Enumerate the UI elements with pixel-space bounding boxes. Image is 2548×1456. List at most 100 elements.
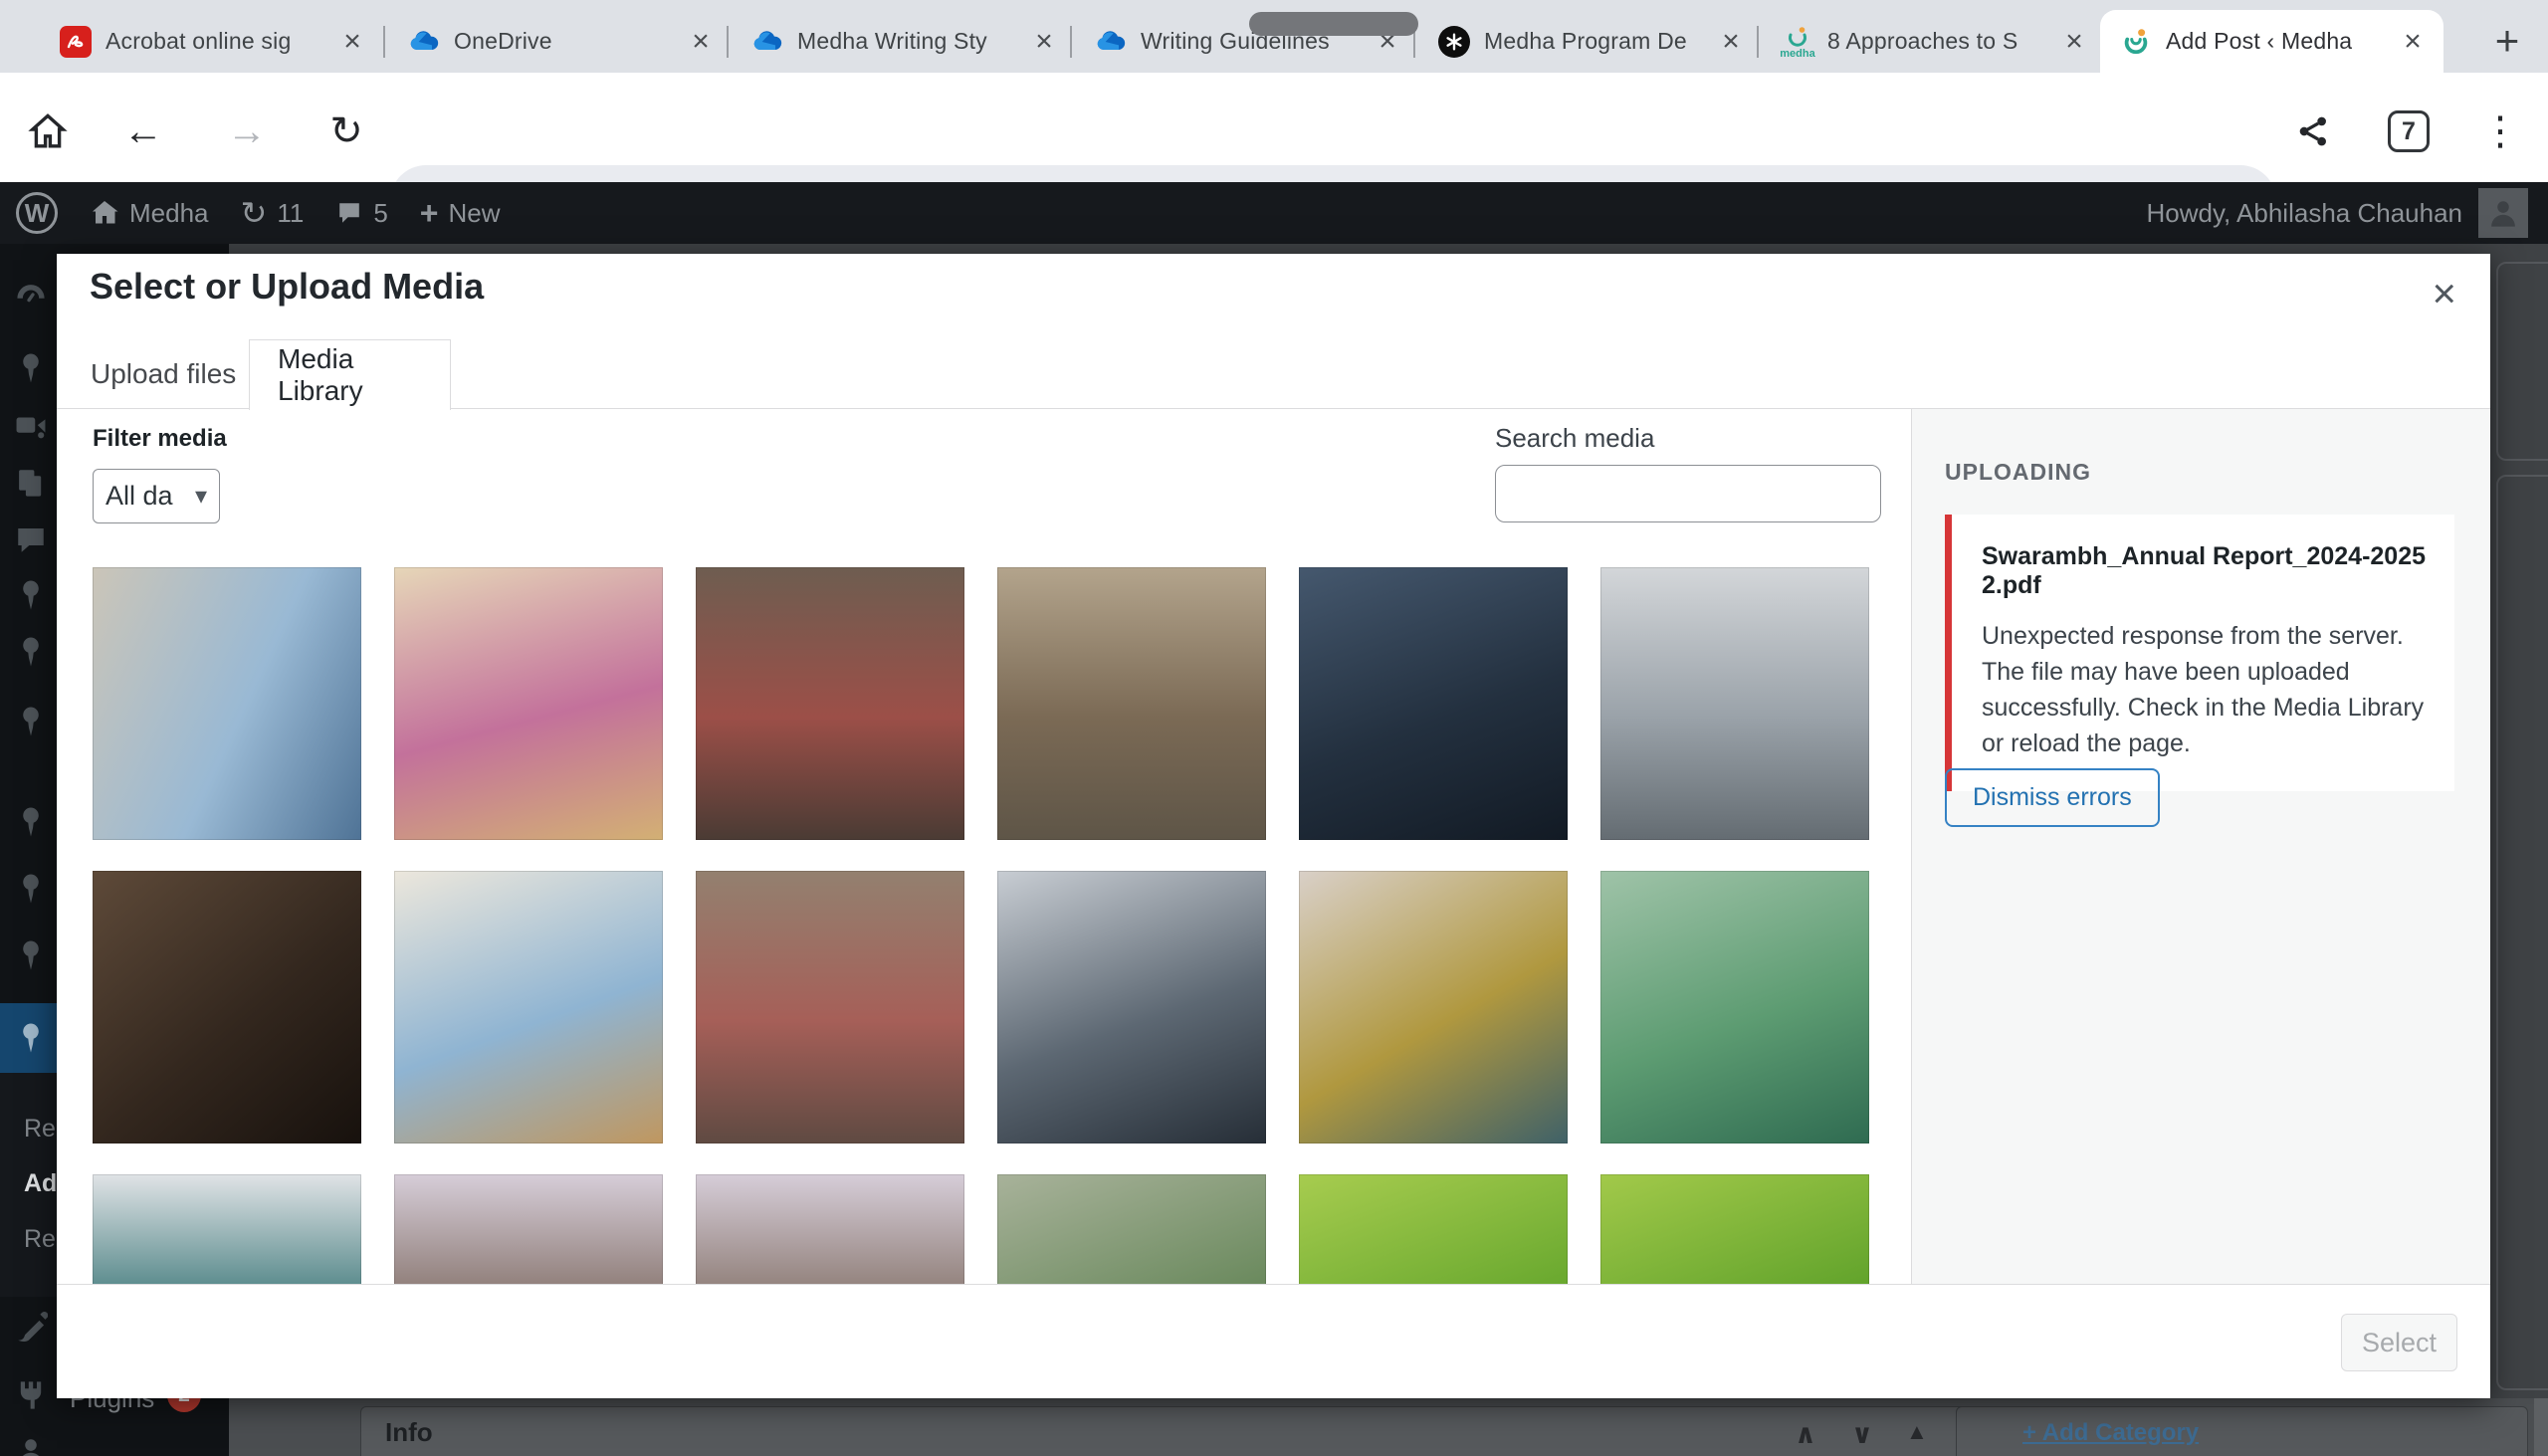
move-up-icon: ∧	[1795, 1419, 1816, 1450]
tab-count-button[interactable]: 7	[2383, 105, 2435, 157]
acrobat-icon	[60, 26, 92, 58]
pin-icon[interactable]	[14, 705, 48, 738]
metabox-edge	[2496, 262, 2548, 461]
comments-menu[interactable]: 5	[319, 182, 403, 244]
tab-separator	[1757, 26, 1759, 58]
dismiss-errors-button[interactable]: Dismiss errors	[1945, 768, 2160, 827]
pin-icon[interactable]	[14, 635, 48, 669]
tab-close-icon[interactable]: ×	[2396, 25, 2430, 59]
pin-icon[interactable]	[14, 578, 48, 612]
howdy-text[interactable]: Howdy, Abhilasha Chauhan	[2146, 198, 2462, 229]
site-menu[interactable]: Medha	[74, 182, 225, 244]
media-thumbnail[interactable]	[394, 1174, 663, 1284]
tab-close-icon[interactable]: ×	[1027, 25, 1061, 59]
tab-title: OneDrive	[454, 28, 684, 55]
filter-media-label: Filter media	[93, 425, 227, 453]
screen: Acrobat online sig × OneDrive × Medha Wr…	[0, 0, 2548, 1456]
site-name: Medha	[129, 198, 209, 229]
uploading-header: UPLOADING	[1945, 459, 2091, 486]
media-thumbnail[interactable]	[1600, 1174, 1869, 1284]
forward-button[interactable]: →	[221, 105, 273, 157]
upload-status-panel: UPLOADING Swarambh_Annual Report_2024-20…	[1911, 409, 2490, 1284]
browser-tab-strip: Acrobat online sig × OneDrive × Medha Wr…	[0, 0, 2548, 73]
tab-close-icon[interactable]: ×	[2057, 25, 2091, 59]
browser-menu-icon[interactable]: ⋮	[2474, 105, 2526, 157]
tab-separator	[383, 26, 385, 58]
media-thumbnail[interactable]	[696, 871, 964, 1144]
browser-tab[interactable]: Medha Program De ×	[1418, 10, 1762, 73]
media-modal: Select or Upload Media × Upload files Me…	[57, 254, 2490, 1398]
media-thumbnail[interactable]	[997, 1174, 1266, 1284]
pin-icon[interactable]	[14, 805, 48, 839]
media-thumbnail[interactable]	[1299, 567, 1568, 840]
onedrive-icon	[751, 26, 783, 58]
tab-upload-files[interactable]: Upload files	[63, 339, 264, 409]
share-icon[interactable]	[2287, 105, 2339, 157]
media-thumbnail[interactable]	[696, 1174, 964, 1284]
new-label: New	[448, 198, 500, 229]
media-icon[interactable]	[14, 409, 48, 443]
tab-title: Add Post ‹ Medha	[2166, 28, 2396, 55]
users-icon[interactable]	[14, 1434, 48, 1456]
onedrive-icon	[1095, 26, 1127, 58]
media-thumbnail[interactable]	[394, 871, 663, 1144]
media-thumbnail[interactable]	[696, 567, 964, 840]
browser-tab[interactable]: OneDrive ×	[388, 10, 732, 73]
reload-button[interactable]: ↻	[320, 105, 372, 157]
browser-tab[interactable]: Acrobat online sig ×	[40, 10, 383, 73]
media-thumbnail[interactable]	[93, 871, 361, 1144]
modal-tab-bar: Upload files Media Library	[57, 339, 2490, 409]
wp-logo-menu[interactable]: W	[0, 182, 74, 244]
info-metabox: Info ∧ ∨ ▲	[360, 1406, 2052, 1456]
plugins-icon[interactable]	[14, 1378, 48, 1412]
pin-icon[interactable]	[14, 872, 48, 906]
tab-title: 8 Approaches to S	[1827, 28, 2057, 55]
updates-menu[interactable]: ↻ 11	[225, 182, 320, 244]
media-thumbnail[interactable]	[1600, 567, 1869, 840]
comments-icon[interactable]	[14, 522, 48, 556]
updates-count: 11	[277, 198, 304, 229]
tab-title: Medha Writing Sty	[797, 28, 1027, 55]
avatar[interactable]	[2478, 188, 2528, 238]
media-thumbnail[interactable]	[394, 567, 663, 840]
browser-tab[interactable]: medha 8 Approaches to S ×	[1762, 10, 2105, 73]
tab-close-icon[interactable]: ×	[1714, 25, 1748, 59]
pages-icon[interactable]	[14, 466, 48, 500]
pin-icon[interactable]	[14, 938, 48, 972]
appearance-brush-icon[interactable]	[14, 1311, 48, 1345]
tab-close-icon[interactable]: ×	[335, 25, 369, 59]
new-tab-button[interactable]: +	[2480, 14, 2534, 68]
modal-title: Select or Upload Media	[90, 266, 484, 308]
browser-tab-active[interactable]: Add Post ‹ Medha ×	[2100, 10, 2443, 73]
dashboard-icon[interactable]	[14, 280, 48, 313]
category-metabox: + Add Category	[1956, 1406, 2528, 1456]
metabox-edge	[2496, 475, 2548, 1390]
redaction-bar	[1249, 12, 1418, 36]
tab-close-icon[interactable]: ×	[684, 25, 718, 59]
media-thumbnail[interactable]	[997, 567, 1266, 840]
tab-separator	[727, 26, 729, 58]
media-thumbnail[interactable]	[93, 1174, 361, 1284]
tab-title: Acrobat online sig	[106, 28, 335, 55]
modal-close-icon[interactable]: ×	[2432, 270, 2456, 317]
home-icon	[90, 198, 119, 228]
browser-tab[interactable]: Medha Writing Sty ×	[732, 10, 1075, 73]
new-content-menu[interactable]: + New	[404, 182, 517, 244]
tab-title: Medha Program De	[1484, 28, 1714, 55]
metabox-title: Info	[385, 1417, 433, 1448]
search-media-input[interactable]	[1495, 465, 1881, 522]
modal-footer: Select	[57, 1284, 2490, 1398]
select-button-disabled[interactable]: Select	[2341, 1314, 2457, 1371]
pin-icon[interactable]	[14, 351, 48, 385]
date-filter-dropdown[interactable]: All da ▾	[93, 469, 220, 523]
media-thumbnail[interactable]	[997, 871, 1266, 1144]
upload-error-message: Unexpected response from the server. The…	[1982, 618, 2427, 761]
media-thumbnail[interactable]	[1600, 871, 1869, 1144]
media-thumbnail[interactable]	[1299, 871, 1568, 1144]
media-thumbnail[interactable]	[1299, 1174, 1568, 1284]
home-button[interactable]	[22, 105, 74, 157]
upload-error-card: Swarambh_Annual Report_2024-2025 2.pdf U…	[1945, 515, 2454, 791]
tab-media-library[interactable]: Media Library	[249, 339, 451, 410]
back-button[interactable]: ←	[117, 105, 169, 157]
media-thumbnail[interactable]	[93, 567, 361, 840]
